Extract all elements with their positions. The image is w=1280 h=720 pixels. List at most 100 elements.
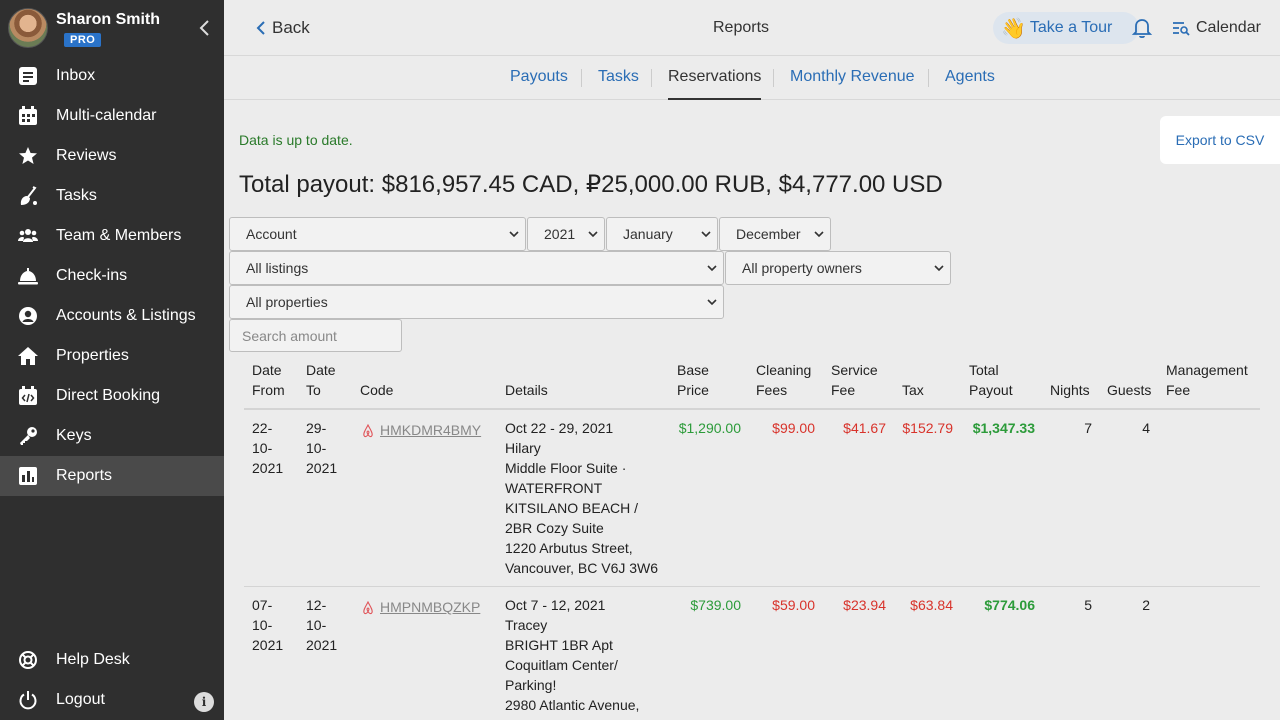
col-header-total-payout[interactable]: Total Payout: [969, 360, 1013, 400]
chevron-down-icon: [509, 231, 519, 238]
col-header-service-fee[interactable]: Service Fee: [831, 360, 878, 400]
sidebar-item-multi-calendar[interactable]: Multi-calendar: [0, 96, 224, 136]
cell-date-to: 12- 10- 2021: [306, 597, 338, 653]
sidebar-item-label: Reports: [56, 467, 113, 484]
sidebar-item-team-members[interactable]: Team & Members: [0, 216, 224, 256]
select-value: January: [623, 226, 673, 242]
sidebar-item-reviews[interactable]: Reviews: [0, 136, 224, 176]
chevron-down-icon: [701, 231, 711, 238]
cell-date-from: 07- 10- 2021: [252, 597, 284, 653]
reservation-code-link[interactable]: HMPNMBQZKP: [380, 597, 480, 617]
sidebar-item-label: Check-ins: [56, 267, 128, 284]
sidebar-item-label: Properties: [56, 347, 129, 364]
chevron-down-icon: [707, 265, 717, 272]
sidebar-item-inbox[interactable]: Inbox: [0, 56, 224, 96]
sidebar-item-label: Reviews: [56, 147, 117, 164]
cell-code[interactable]: HMPNMBQZKP: [362, 597, 480, 617]
waving-hand-icon: 👋: [1001, 17, 1026, 40]
col-header-code[interactable]: Code: [360, 380, 393, 400]
calendar-grid-icon: [19, 106, 37, 125]
reservation-code-link[interactable]: HMKDMR4BMY: [380, 420, 481, 440]
col-header-details[interactable]: Details: [505, 380, 548, 400]
col-header-management-fee[interactable]: Management Fee: [1166, 360, 1248, 400]
airbnb-icon: [363, 601, 373, 615]
sidebar-item-logout[interactable]: Logout: [0, 680, 224, 720]
user-profile[interactable]: Sharon Smith PRO: [8, 8, 216, 48]
chevron-left-icon[interactable]: [196, 18, 214, 38]
take-a-tour-button[interactable]: 👋 Take a Tour: [993, 12, 1139, 44]
sidebar-item-direct-booking[interactable]: Direct Booking: [0, 376, 224, 416]
star-icon: [19, 147, 37, 164]
col-header-base-price[interactable]: Base Price: [677, 360, 709, 400]
airbnb-icon: [363, 424, 373, 438]
properties-select[interactable]: All properties: [229, 285, 724, 319]
account-select[interactable]: Account: [229, 217, 526, 251]
select-value: All listings: [246, 260, 309, 276]
bell-icon[interactable]: [1131, 17, 1153, 39]
cell-details: Oct 22 - 29, 2021 Hilary Middle Floor Suit…: [505, 420, 659, 576]
property-owners-select[interactable]: All property owners: [725, 251, 951, 285]
listings-select[interactable]: All listings: [229, 251, 724, 285]
tab-monthly-revenue[interactable]: Monthly Revenue: [790, 68, 915, 100]
col-header-nights[interactable]: Nights: [1050, 380, 1090, 400]
cell-nights: 7: [1084, 420, 1092, 436]
cell-base-price: $739.00: [690, 597, 741, 613]
tab-agents[interactable]: Agents: [945, 68, 995, 100]
col-header-guests[interactable]: Guests: [1107, 380, 1151, 400]
sidebar-item-check-ins[interactable]: Check-ins: [0, 256, 224, 296]
sidebar-item-keys[interactable]: Keys: [0, 416, 224, 456]
avatar[interactable]: [8, 8, 48, 48]
tab-payouts[interactable]: Payouts: [510, 68, 568, 100]
cell-details: Oct 7 - 12, 2021 Tracey BRIGHT 1BR Apt Coqu…: [505, 597, 640, 713]
sidebar-bottom-nav: Help Desk Logout: [0, 640, 224, 720]
calendar-link[interactable]: Calendar: [1172, 19, 1261, 37]
code-calendar-icon: [19, 386, 37, 405]
col-header-date-from[interactable]: Date From: [252, 360, 285, 400]
cell-total-payout: $1,347.33: [972, 420, 1035, 436]
sidebar-item-help-desk[interactable]: Help Desk: [0, 640, 224, 680]
sidebar-item-accounts-listings[interactable]: Accounts & Listings: [0, 296, 224, 336]
team-icon: [18, 229, 38, 242]
cell-nights: 5: [1084, 597, 1092, 613]
sidebar-item-label: Direct Booking: [56, 387, 161, 404]
key-icon: [20, 427, 37, 445]
chevron-down-icon: [707, 299, 717, 306]
col-header-cleaning-fees[interactable]: Cleaning Fees: [756, 360, 811, 400]
export-csv-button[interactable]: Export to CSV: [1160, 116, 1280, 164]
info-icon[interactable]: i: [194, 692, 214, 712]
year-select[interactable]: 2021: [527, 217, 605, 251]
chevron-down-icon: [588, 231, 598, 238]
tab-tasks[interactable]: Tasks: [598, 68, 639, 100]
cell-cleaning-fees: $99.00: [772, 420, 815, 436]
sidebar-item-label: Keys: [56, 427, 92, 444]
lifebuoy-icon: [19, 651, 37, 669]
select-value: All property owners: [742, 260, 862, 276]
sidebar-item-label: Logout: [56, 691, 105, 708]
power-icon: [19, 691, 37, 710]
reports-icon: [19, 467, 37, 485]
select-value: 2021: [544, 226, 576, 242]
cell-code[interactable]: HMKDMR4BMY: [362, 420, 481, 440]
sidebar-item-reports[interactable]: Reports: [0, 456, 224, 496]
cell-date-to: 29- 10- 2021: [306, 420, 338, 476]
sidebar-item-label: Multi-calendar: [56, 107, 157, 124]
sidebar-item-tasks[interactable]: Tasks: [0, 176, 224, 216]
cell-guests: 4: [1142, 420, 1150, 436]
tour-label: Take a Tour: [1029, 19, 1113, 36]
cell-service-fee: $23.94: [843, 597, 886, 613]
col-header-date-to[interactable]: Date To: [306, 360, 336, 400]
cell-base-price: $1,290.00: [678, 420, 741, 436]
total-payout: Total payout: $816,957.45 CAD, ₽25,000.0…: [239, 171, 943, 198]
sidebar-item-label: Team & Members: [56, 227, 182, 244]
tab-separator: [581, 69, 582, 87]
calendar-search-icon: [1173, 22, 1190, 36]
month-from-select[interactable]: January: [606, 217, 718, 251]
col-header-tax[interactable]: Tax: [902, 380, 924, 400]
account-icon: [19, 307, 37, 325]
tab-reservations[interactable]: Reservations: [668, 68, 762, 100]
select-value: December: [736, 226, 801, 242]
sidebar-item-label: Help Desk: [56, 651, 130, 668]
search-amount-input[interactable]: [229, 319, 402, 352]
month-to-select[interactable]: December: [719, 217, 831, 251]
sidebar-item-properties[interactable]: Properties: [0, 336, 224, 376]
